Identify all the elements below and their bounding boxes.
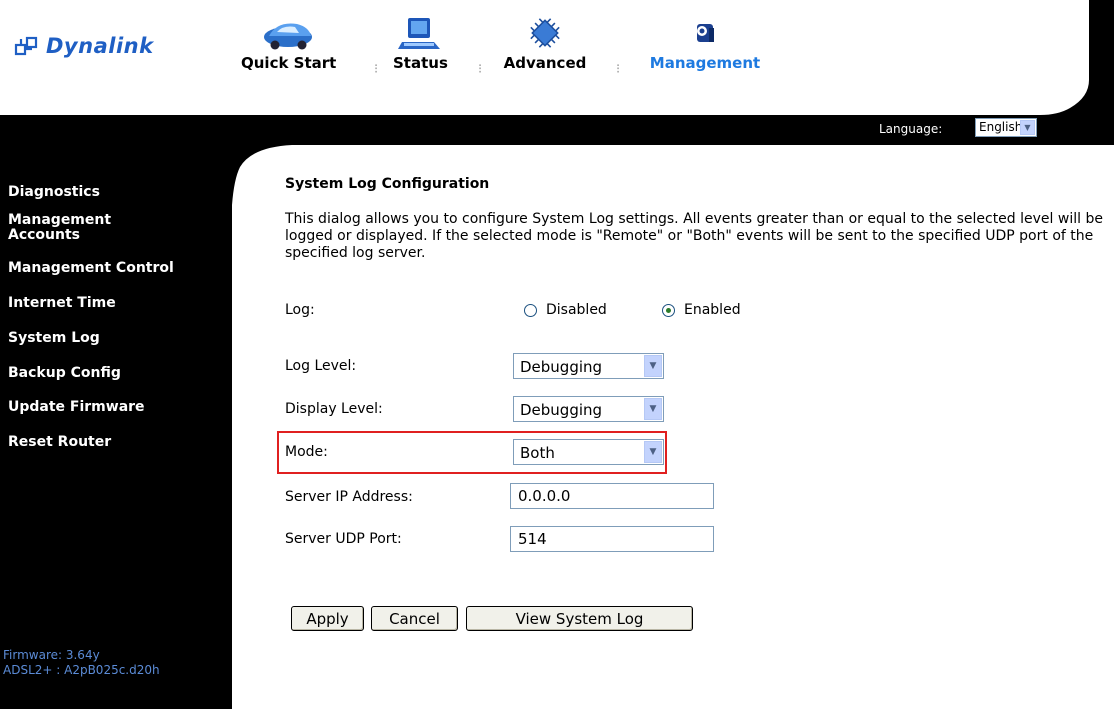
page-title: System Log Configuration bbox=[285, 176, 490, 192]
display-level-label: Display Level: bbox=[285, 401, 383, 417]
language-selected-value: English bbox=[979, 120, 1023, 134]
header-corner-decoration bbox=[1040, 0, 1114, 115]
header: Dynalink Quick Start ⁝ Status ⁝ Advanced… bbox=[0, 0, 1114, 115]
content-corner-decoration bbox=[232, 145, 292, 205]
log-disabled-label: Disabled bbox=[546, 302, 607, 318]
display-level-value: Debugging bbox=[520, 401, 603, 419]
log-label: Log: bbox=[285, 302, 315, 318]
server-ip-label: Server IP Address: bbox=[285, 489, 413, 505]
language-select[interactable]: English ▼ bbox=[975, 118, 1037, 137]
sidebar-item-management-accounts[interactable]: Management Accounts bbox=[8, 213, 111, 243]
chip-icon bbox=[530, 18, 560, 48]
mode-value: Both bbox=[520, 444, 555, 462]
chevron-down-icon[interactable]: ▼ bbox=[644, 355, 662, 377]
computer-icon bbox=[398, 18, 441, 49]
nav-separator: ⁝ bbox=[478, 62, 483, 77]
nav-quick-start[interactable]: Quick Start bbox=[241, 16, 336, 72]
mode-label: Mode: bbox=[285, 444, 328, 460]
chevron-down-icon[interactable]: ▼ bbox=[1020, 120, 1035, 135]
adsl-version: ADSL2+ : A2pB025c.d20h bbox=[3, 663, 160, 677]
sidebar-item-management-control[interactable]: Management Control bbox=[8, 261, 174, 276]
server-port-label: Server UDP Port: bbox=[285, 531, 402, 547]
firmware-version: Firmware: 3.64y bbox=[3, 648, 100, 662]
nav-management-label: Management bbox=[649, 54, 761, 72]
log-enabled-radio[interactable]: Enabled bbox=[662, 302, 741, 318]
apply-button[interactable]: Apply bbox=[291, 606, 364, 631]
log-level-select[interactable]: Debugging ▼ bbox=[513, 353, 664, 379]
nav-quick-start-label: Quick Start bbox=[241, 54, 337, 72]
sidebar-item-reset-router[interactable]: Reset Router bbox=[8, 435, 111, 450]
firmware-info: Firmware: 3.64y ADSL2+ : A2pB025c.d20h bbox=[3, 648, 160, 678]
sidebar-item-backup-config[interactable]: Backup Config bbox=[8, 366, 121, 381]
server-ip-input[interactable] bbox=[510, 483, 714, 509]
log-level-value: Debugging bbox=[520, 358, 603, 376]
language-label: Language: bbox=[877, 122, 945, 136]
cancel-button[interactable]: Cancel bbox=[371, 606, 458, 631]
log-level-label: Log Level: bbox=[285, 358, 357, 374]
nav-management[interactable]: Management bbox=[643, 16, 767, 72]
dynalink-logo-icon bbox=[14, 36, 38, 56]
radio-checked-icon[interactable] bbox=[662, 303, 675, 317]
nav-status-label: Status bbox=[393, 54, 448, 72]
view-system-log-button[interactable]: View System Log bbox=[466, 606, 693, 631]
brand-name: Dynalink bbox=[46, 34, 154, 58]
sidebar: Diagnostics Management Accounts Manageme… bbox=[0, 145, 232, 709]
sidebar-item-internet-time[interactable]: Internet Time bbox=[8, 296, 116, 311]
server-port-input[interactable] bbox=[510, 526, 714, 552]
nav-advanced-label: Advanced bbox=[503, 54, 587, 72]
language-bar: Language: English ▼ bbox=[0, 115, 1114, 145]
brand-logo[interactable]: Dynalink bbox=[14, 33, 154, 59]
sidebar-item-update-firmware[interactable]: Update Firmware bbox=[8, 400, 145, 415]
car-icon bbox=[263, 23, 312, 50]
display-level-select[interactable]: Debugging ▼ bbox=[513, 396, 664, 422]
nav-separator: ⁝ bbox=[374, 62, 379, 77]
sidebar-item-system-log[interactable]: System Log bbox=[8, 331, 100, 346]
mode-select[interactable]: Both ▼ bbox=[513, 439, 664, 465]
nav-status[interactable]: Status bbox=[393, 16, 448, 72]
sidebar-item-diagnostics[interactable]: Diagnostics bbox=[8, 185, 100, 200]
log-enabled-label: Enabled bbox=[684, 302, 741, 318]
chevron-down-icon[interactable]: ▼ bbox=[644, 441, 662, 463]
chevron-down-icon[interactable]: ▼ bbox=[644, 398, 662, 420]
gear-icon bbox=[697, 24, 714, 42]
page-description: This dialog allows you to configure Syst… bbox=[285, 211, 1103, 261]
nav-advanced[interactable]: Advanced bbox=[502, 16, 588, 72]
log-disabled-radio[interactable]: Disabled bbox=[524, 302, 607, 318]
nav-separator: ⁝ bbox=[616, 62, 621, 77]
radio-unchecked-icon[interactable] bbox=[524, 303, 537, 317]
